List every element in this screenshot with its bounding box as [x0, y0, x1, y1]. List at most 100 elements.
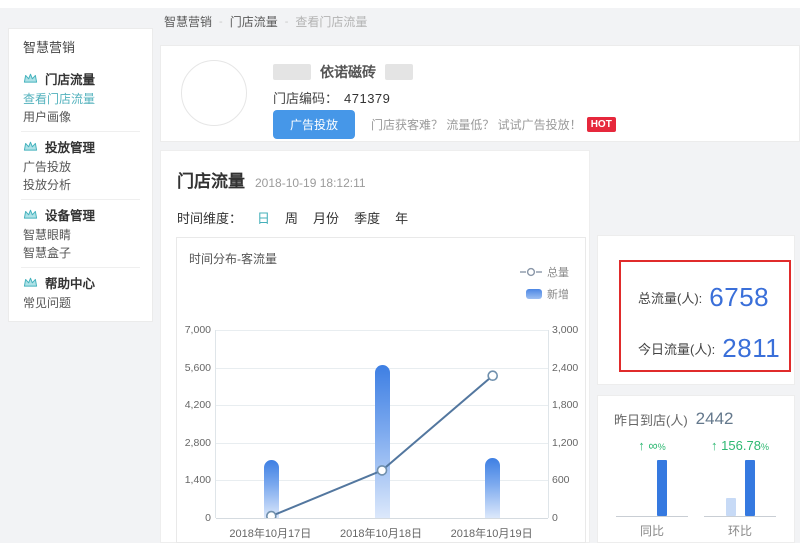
- x-axis-label: 2018年10月18日: [321, 525, 441, 541]
- breadcrumb-item[interactable]: 查看门店流量: [295, 13, 367, 30]
- y-axis-tick-left: 5,600: [179, 362, 211, 374]
- y-axis-tick-left: 7,000: [179, 324, 211, 336]
- promo-text: 门店获客难？ 流量低？ 试试广告投放！: [371, 116, 582, 133]
- sidebar-divider: [21, 131, 140, 132]
- sidebar-section-1[interactable]: 门店流量: [9, 69, 152, 87]
- chart-plot-area: [215, 330, 549, 518]
- line-point: [378, 466, 387, 475]
- sidebar-item[interactable]: 广告投放: [9, 157, 152, 175]
- legend-label: 新增: [547, 286, 569, 302]
- y-axis-tick-left: 2,800: [179, 437, 211, 449]
- sidebar-section-label: 帮助中心: [45, 273, 95, 292]
- sidebar-nav: 门店流量查看门店流量用户画像投放管理广告投放投放分析设备管理智慧眼睛智慧盒子帮助…: [9, 69, 152, 311]
- line-marker-icon: [520, 267, 542, 277]
- percent-unit: %: [658, 442, 666, 452]
- today-traffic-row: 今日流量(人): 2811: [638, 333, 780, 364]
- page-title: 门店流量: [177, 167, 245, 192]
- chart-legend: 总量新增: [520, 264, 569, 308]
- comparison-percent: ↑ 156.78%: [698, 438, 782, 456]
- store-name: 依诺磁砖: [320, 62, 376, 82]
- legend-item-total[interactable]: 总量: [520, 264, 569, 280]
- comparison-label: 环比: [698, 522, 782, 539]
- sidebar-section-label: 投放管理: [45, 137, 95, 156]
- top-strip: [0, 0, 800, 8]
- breadcrumb-item[interactable]: 门店流量: [230, 13, 278, 30]
- time-option-年[interactable]: 年: [395, 208, 408, 227]
- ad-launch-button[interactable]: 广告投放: [273, 110, 355, 139]
- y-axis-tick-right: 3,000: [552, 324, 586, 336]
- traffic-stats-card: 总流量(人): 6758 今日流量(人): 2811: [597, 235, 795, 385]
- yesterday-header: 昨日到店(人) 2442: [614, 409, 734, 429]
- legend-item-new[interactable]: 新增: [520, 286, 569, 302]
- up-arrow-icon: ↑: [711, 438, 718, 453]
- comparison-bars: [610, 458, 694, 516]
- yesterday-label: 昨日到店(人): [614, 410, 688, 429]
- time-option-月份[interactable]: 月份: [313, 208, 339, 227]
- comparison-bars: [698, 458, 782, 516]
- screen: 智慧营销 门店流量查看门店流量用户画像投放管理广告投放投放分析设备管理智慧眼睛智…: [0, 0, 800, 543]
- y-axis-tick-right: 0: [552, 512, 586, 524]
- chart-title: 时间分布-客流量: [189, 250, 277, 267]
- total-traffic-value: 6758: [709, 282, 769, 313]
- sidebar-section-label: 门店流量: [45, 69, 95, 88]
- sidebar-section-label: 设备管理: [45, 205, 95, 224]
- comparison-label: 同比: [610, 522, 694, 539]
- sidebar-item[interactable]: 用户画像: [9, 107, 152, 125]
- comparison-baseline: [616, 516, 688, 517]
- percent-unit: %: [761, 442, 769, 452]
- percent-value: ∞: [648, 438, 657, 453]
- percent-value: 156.78: [721, 438, 761, 453]
- comparison-同比: ↑ ∞% 同比: [610, 438, 694, 539]
- yesterday-visits-card: 昨日到店(人) 2442 ↑ ∞% 同比 ↑ 156.78% 环比: [597, 395, 795, 543]
- comparison-bar-current: [657, 460, 667, 516]
- store-code-label: 门店编码：: [273, 91, 338, 106]
- today-traffic-label: 今日流量(人):: [638, 339, 715, 358]
- yesterday-value: 2442: [696, 409, 734, 429]
- store-code: 门店编码： 471379: [273, 88, 390, 107]
- y-axis-tick-right: 600: [552, 474, 586, 486]
- y-axis-tick-right: 1,200: [552, 437, 586, 449]
- crown-icon: [23, 209, 38, 220]
- sidebar-item[interactable]: 投放分析: [9, 175, 152, 193]
- time-option-日[interactable]: 日: [257, 208, 270, 227]
- sidebar-section-2[interactable]: 投放管理: [9, 137, 152, 155]
- sidebar-item[interactable]: 智慧眼睛: [9, 225, 152, 243]
- comparison-bar-prev: [726, 498, 736, 516]
- sidebar-section-3[interactable]: 设备管理: [9, 205, 152, 223]
- hot-badge: HOT: [587, 117, 616, 132]
- legend-label: 总量: [547, 264, 569, 280]
- time-dimension-label: 时间维度：: [177, 208, 242, 227]
- sidebar-item[interactable]: 智慧盒子: [9, 243, 152, 261]
- time-option-周[interactable]: 周: [285, 208, 298, 227]
- line-point: [488, 371, 497, 380]
- report-timestamp: 2018-10-19 18:12:11: [255, 176, 366, 190]
- redacted-badge: [385, 64, 413, 80]
- sidebar-section-4[interactable]: 帮助中心: [9, 273, 152, 291]
- comparison-baseline: [704, 516, 776, 517]
- store-avatar: [181, 60, 247, 126]
- comparison-percent: ↑ ∞%: [610, 438, 694, 456]
- total-traffic-row: 总流量(人): 6758: [638, 282, 769, 313]
- breadcrumb-separator: -: [285, 16, 289, 28]
- sidebar-item[interactable]: 常见问题: [9, 293, 152, 311]
- x-axis-label: 2018年10月19日: [432, 525, 552, 541]
- up-arrow-icon: ↑: [638, 438, 645, 453]
- time-option-季度[interactable]: 季度: [354, 208, 380, 227]
- store-traffic-card: 门店流量 2018-10-19 18:12:11 时间维度： 日周月份季度年 时…: [160, 150, 590, 543]
- line-series: [216, 330, 548, 518]
- crown-icon: [23, 73, 38, 84]
- sidebar-title: 智慧营销: [9, 39, 152, 57]
- crown-icon: [23, 277, 38, 288]
- store-code-value: 471379: [344, 91, 390, 106]
- y-axis-tick-right: 1,800: [552, 399, 586, 411]
- store-name-row: 依诺磁砖: [273, 62, 413, 82]
- breadcrumb-item[interactable]: 智慧营销: [164, 13, 212, 30]
- today-traffic-value: 2811: [722, 333, 780, 364]
- line-point: [267, 512, 276, 518]
- sidebar-divider: [21, 199, 140, 200]
- gridline: [216, 518, 548, 519]
- sidebar-item[interactable]: 查看门店流量: [9, 89, 152, 107]
- time-options: 日周月份季度年: [257, 208, 408, 227]
- y-axis-tick-left: 0: [179, 512, 211, 524]
- breadcrumb-separator: -: [219, 16, 223, 28]
